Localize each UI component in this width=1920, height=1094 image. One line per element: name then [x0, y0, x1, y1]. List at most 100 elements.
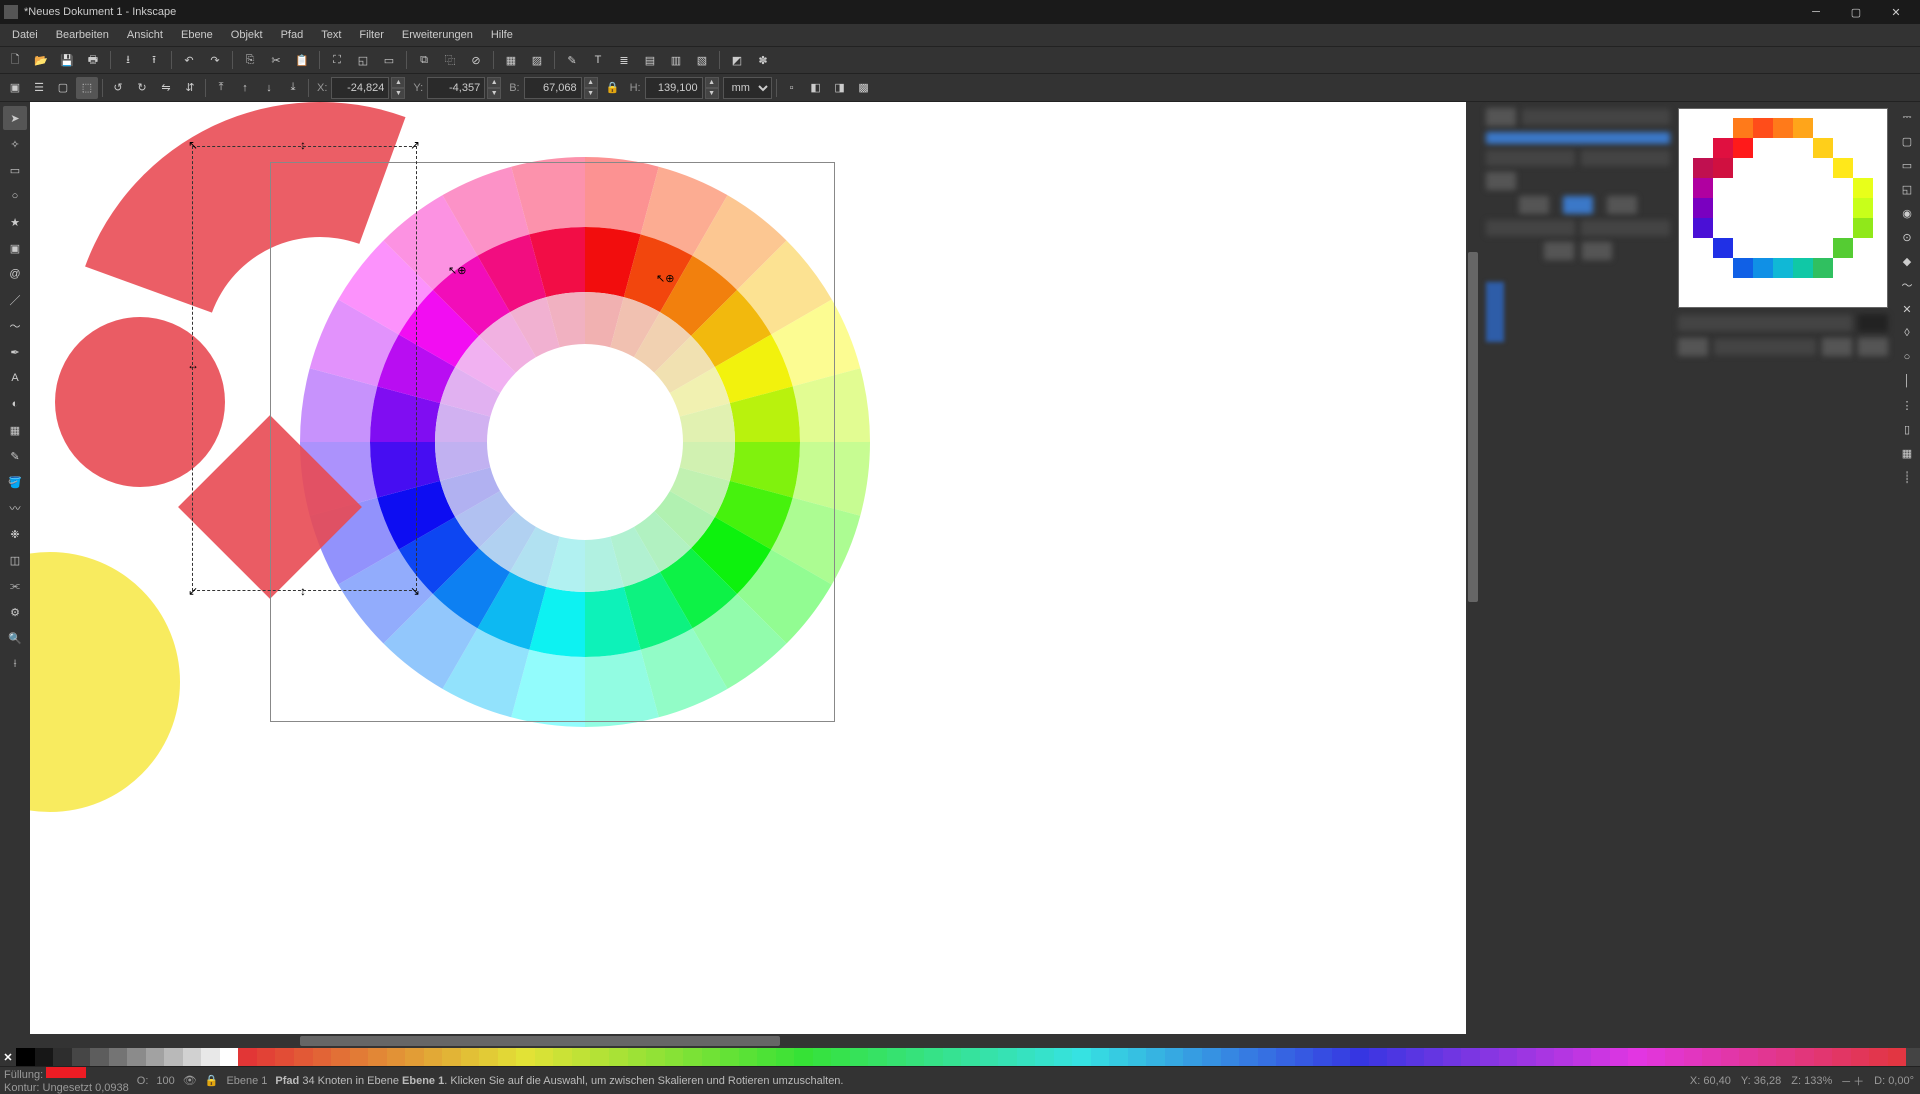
handle-s[interactable]: ↕ — [298, 586, 308, 596]
scale-corners-icon[interactable]: ◧ — [805, 77, 827, 99]
docprops-icon[interactable]: ◩ — [726, 49, 748, 71]
clone-icon[interactable]: ⿻ — [439, 49, 461, 71]
handle-se[interactable]: ↘ — [410, 586, 420, 596]
layer-indicator[interactable]: Ebene 1 — [226, 1075, 267, 1087]
palette-none[interactable]: ✕ — [0, 1048, 16, 1066]
export-icon[interactable]: ⭱ — [143, 49, 165, 71]
lower-icon[interactable]: ↓ — [258, 77, 280, 99]
paint-tool[interactable]: 🪣 — [3, 470, 27, 494]
rotate-cw-icon[interactable]: ↻ — [131, 77, 153, 99]
x-down[interactable]: ▼ — [391, 88, 405, 99]
snap-smooth-icon[interactable]: ○ — [1898, 348, 1916, 366]
zoom-tool[interactable]: 🔍 — [3, 626, 27, 650]
unit-select[interactable]: mm — [723, 77, 772, 99]
minimize-button[interactable]: ─ — [1796, 0, 1836, 24]
cut-icon[interactable]: ✂ — [265, 49, 287, 71]
snap-corner-icon[interactable]: ◱ — [1898, 180, 1916, 198]
x-input[interactable] — [331, 77, 389, 99]
snap-intersect-icon[interactable]: ✕ — [1898, 300, 1916, 318]
palette-scroll[interactable] — [1906, 1048, 1920, 1066]
paste-icon[interactable]: 📋 — [291, 49, 313, 71]
calligraphy-tool[interactable]: ✒ — [3, 340, 27, 364]
y-input[interactable] — [427, 77, 485, 99]
snap-grid-icon[interactable]: ▦ — [1898, 444, 1916, 462]
snap-edge-icon[interactable]: ▭ — [1898, 156, 1916, 174]
x-up[interactable]: ▲ — [391, 77, 405, 88]
move-pattern-icon[interactable]: ▩ — [853, 77, 875, 99]
undo-icon[interactable]: ↶ — [178, 49, 200, 71]
panel-chip[interactable] — [1858, 314, 1888, 332]
snap-other-icon[interactable]: ⋮ — [1898, 396, 1916, 414]
w-input[interactable] — [524, 77, 582, 99]
handle-n[interactable]: ↕ — [298, 140, 308, 150]
text-tool[interactable]: A — [3, 366, 27, 390]
handle-ne[interactable]: ↗ — [410, 140, 420, 150]
zoom-page-icon[interactable]: ▭ — [378, 49, 400, 71]
group-icon[interactable]: ▦ — [500, 49, 522, 71]
palette-swatches[interactable] — [16, 1048, 1906, 1066]
raise-top-icon[interactable]: ⤒ — [210, 77, 232, 99]
handle-nw[interactable]: ↖ — [188, 140, 198, 150]
menu-filter[interactable]: Filter — [351, 27, 391, 43]
select-layers-icon[interactable]: ☰ — [28, 77, 50, 99]
spray-tool[interactable]: ❉ — [3, 522, 27, 546]
deselect-icon[interactable]: ▢ — [52, 77, 74, 99]
dup-icon[interactable]: ⧉ — [413, 49, 435, 71]
zoom-value[interactable]: 133% — [1804, 1075, 1832, 1087]
scrollbar-h[interactable] — [30, 1034, 1454, 1048]
menu-pfad[interactable]: Pfad — [273, 27, 312, 43]
text-dialog-icon[interactable]: T — [587, 49, 609, 71]
menu-bearbeiten[interactable]: Bearbeiten — [48, 27, 117, 43]
rect-tool[interactable]: ▭ — [3, 158, 27, 182]
panel-chip[interactable] — [1519, 196, 1549, 214]
canvas[interactable]: ↖⊕↖⊕ ↖ ↕ ↗ ↔ ↙ ↕ ↘ — [30, 102, 1480, 1034]
menu-objekt[interactable]: Objekt — [223, 27, 271, 43]
snap-cusp-icon[interactable]: ◊ — [1898, 324, 1916, 342]
zoom-draw-icon[interactable]: ◱ — [352, 49, 374, 71]
3dbox-tool[interactable]: ▣ — [3, 236, 27, 260]
maximize-button[interactable]: ▢ — [1836, 0, 1876, 24]
fill-dialog-icon[interactable]: ✎ — [561, 49, 583, 71]
select-all-icon[interactable]: ▣ — [4, 77, 26, 99]
selector-tool[interactable]: ➤ — [3, 106, 27, 130]
ungroup-icon[interactable]: ▨ — [526, 49, 548, 71]
rot-value[interactable]: 0,00° — [1888, 1075, 1914, 1087]
opacity-value[interactable]: 100 — [156, 1075, 174, 1087]
eraser-tool[interactable]: ◫ — [3, 548, 27, 572]
snap-bbox-icon[interactable]: ▢ — [1898, 132, 1916, 150]
w-up[interactable]: ▲ — [584, 77, 598, 88]
menu-ansicht[interactable]: Ansicht — [119, 27, 171, 43]
panel-slider[interactable] — [1486, 282, 1504, 342]
h-down[interactable]: ▼ — [705, 88, 719, 99]
panel-accent-row[interactable] — [1486, 132, 1670, 144]
menu-text[interactable]: Text — [313, 27, 349, 43]
lpe-tool[interactable]: ⚙ — [3, 600, 27, 624]
scrollbar-v[interactable] — [1466, 102, 1480, 1034]
panel-chip[interactable] — [1544, 242, 1574, 260]
measure-tool[interactable]: ⟊ — [3, 652, 27, 676]
h-up[interactable]: ▲ — [705, 77, 719, 88]
y-up[interactable]: ▲ — [487, 77, 501, 88]
print-icon[interactable]: 🖶 — [82, 49, 104, 71]
unlink-icon[interactable]: ⊘ — [465, 49, 487, 71]
y-down[interactable]: ▼ — [487, 88, 501, 99]
panel-chip-active[interactable] — [1563, 196, 1593, 214]
h-input[interactable] — [645, 77, 703, 99]
snap-midpoint-icon[interactable]: ◉ — [1898, 204, 1916, 222]
transform-icon[interactable]: ▧ — [691, 49, 713, 71]
rotate-ccw-icon[interactable]: ↺ — [107, 77, 129, 99]
panel-chip[interactable] — [1607, 196, 1637, 214]
star-tool[interactable]: ★ — [3, 210, 27, 234]
flip-h-icon[interactable]: ⇋ — [155, 77, 177, 99]
copy-icon[interactable]: ⎘ — [239, 49, 261, 71]
lower-bot-icon[interactable]: ⤓ — [282, 77, 304, 99]
menu-hilfe[interactable]: Hilfe — [483, 27, 521, 43]
mesh-tool[interactable]: ▦ — [3, 418, 27, 442]
snap-page-icon[interactable]: ▯ — [1898, 420, 1916, 438]
snap-node-icon[interactable]: ◆ — [1898, 252, 1916, 270]
w-down[interactable]: ▼ — [584, 88, 598, 99]
redo-icon[interactable]: ↷ — [204, 49, 226, 71]
circle-tool[interactable]: ○ — [3, 184, 27, 208]
align-icon[interactable]: ▥ — [665, 49, 687, 71]
fill-swatch[interactable] — [46, 1067, 86, 1078]
